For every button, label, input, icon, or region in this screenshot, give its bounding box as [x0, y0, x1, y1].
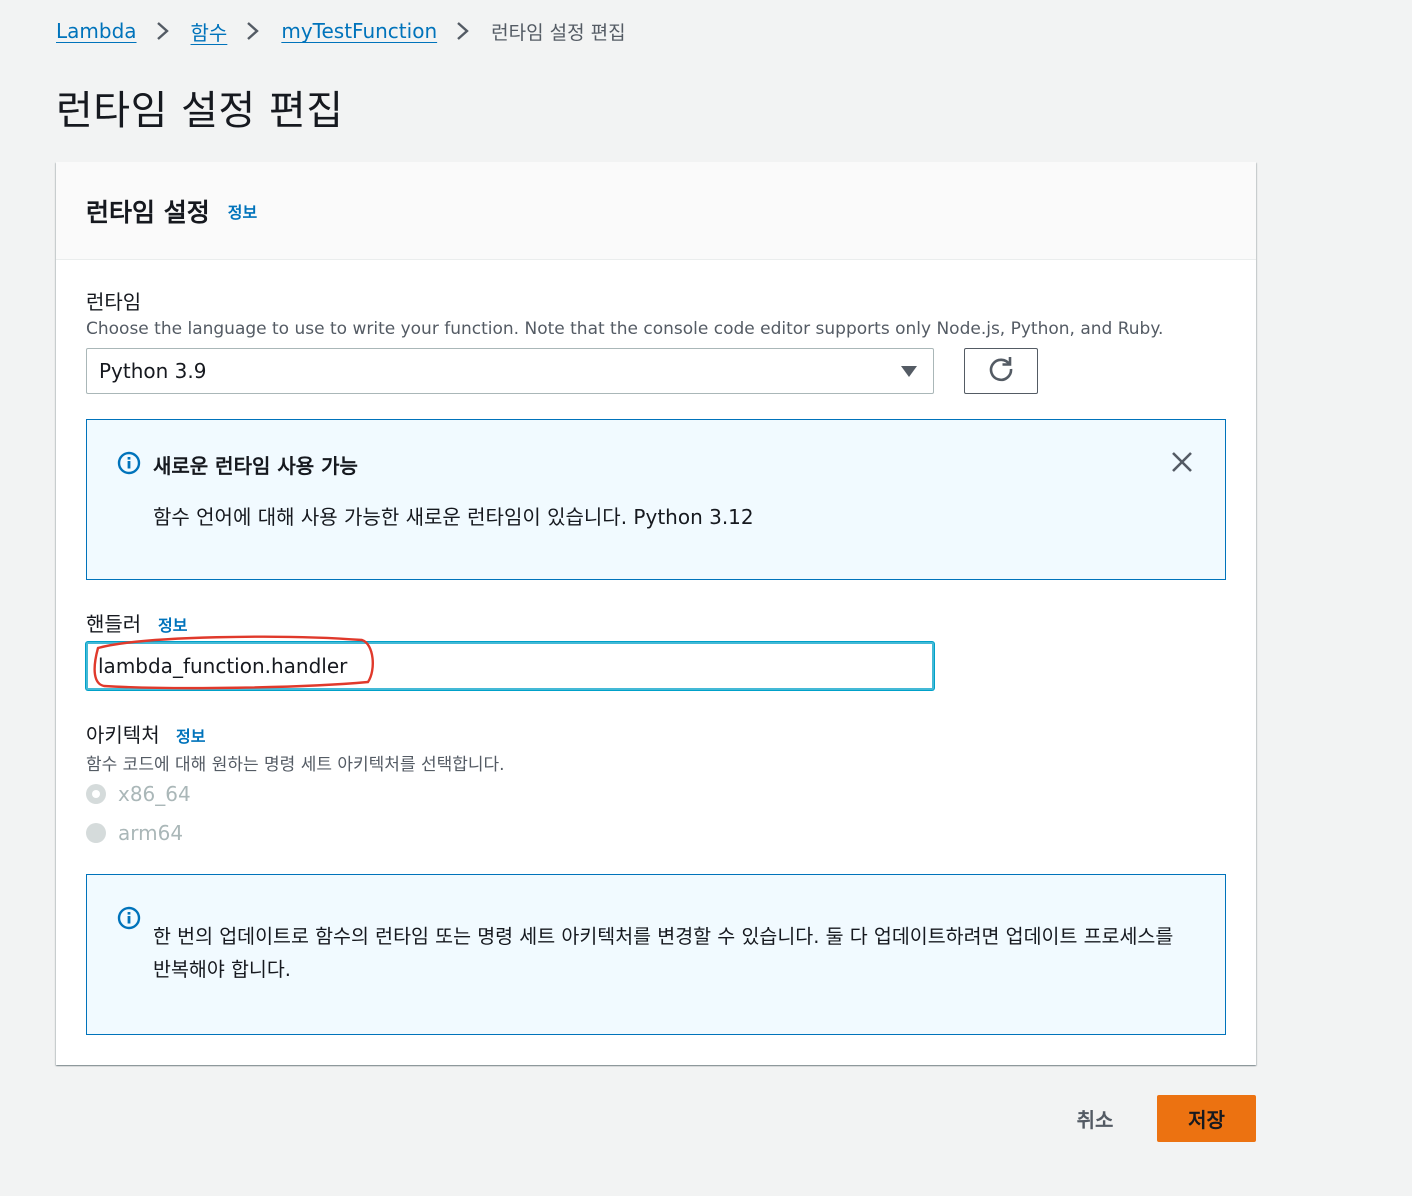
- panel-header: 런타임 설정 정보: [56, 162, 1256, 260]
- handler-input[interactable]: [86, 642, 934, 690]
- alert-body-line2: 반복해야 합니다.: [153, 958, 291, 981]
- breadcrumb-function-name[interactable]: myTestFunction: [281, 19, 437, 43]
- panel-info-link[interactable]: 정보: [228, 199, 257, 223]
- breadcrumb-lambda[interactable]: Lambda: [56, 19, 137, 43]
- handler-info-link[interactable]: 정보: [158, 612, 187, 636]
- breadcrumb-functions[interactable]: 함수: [191, 17, 228, 46]
- radio-label: x86_64: [118, 782, 191, 806]
- runtime-settings-panel: 런타임 설정 정보 런타임 Choose the language to use…: [56, 162, 1256, 1065]
- save-button[interactable]: 저장: [1157, 1095, 1256, 1142]
- page-title: 런타임 설정 편집: [56, 88, 344, 134]
- chevron-right-icon: [243, 20, 263, 42]
- architecture-info-link[interactable]: 정보: [176, 723, 205, 747]
- runtime-description: Choose the language to use to write your…: [86, 319, 1164, 339]
- info-icon: [117, 451, 141, 479]
- architecture-label: 아키텍처: [86, 723, 160, 747]
- chevron-right-icon: [153, 20, 173, 42]
- breadcrumb-current: 런타임 설정 편집: [491, 21, 626, 44]
- update-info-alert: 한 번의 업데이트로 함수의 런타임 또는 명령 세트 아키텍처를 변경할 수 …: [86, 874, 1226, 1035]
- radio-x86-64[interactable]: x86_64: [86, 782, 191, 806]
- runtime-label: 런타임: [86, 290, 142, 314]
- cancel-button[interactable]: 취소: [1062, 1096, 1128, 1140]
- radio-button[interactable]: [86, 784, 106, 804]
- runtime-selected-value: Python 3.9: [99, 359, 207, 383]
- refresh-runtimes-button[interactable]: [964, 348, 1038, 394]
- runtime-select[interactable]: Python 3.9: [86, 348, 934, 394]
- new-runtime-alert: 새로운 런타임 사용 가능 함수 언어에 대해 사용 가능한 새로운 런타임이 …: [86, 419, 1226, 580]
- alert-body: 함수 언어에 대해 사용 가능한 새로운 런타임이 있습니다. Python 3…: [153, 505, 754, 529]
- panel-title: 런타임 설정: [86, 197, 210, 227]
- refresh-icon: [987, 355, 1015, 387]
- breadcrumb: Lambda 함수 myTestFunction 런타임 설정 편집: [56, 16, 626, 46]
- radio-arm64[interactable]: arm64: [86, 821, 183, 845]
- caret-down-icon: [901, 366, 917, 377]
- close-icon[interactable]: [1169, 449, 1195, 475]
- info-icon: [117, 906, 141, 934]
- chevron-right-icon: [453, 20, 473, 42]
- radio-label: arm64: [118, 821, 184, 845]
- alert-title: 새로운 런타임 사용 가능: [153, 454, 358, 478]
- handler-label: 핸들러: [86, 612, 142, 636]
- radio-button[interactable]: [86, 823, 106, 843]
- alert-body-line1: 한 번의 업데이트로 함수의 런타임 또는 명령 세트 아키텍처를 변경할 수 …: [153, 925, 1174, 948]
- architecture-description: 함수 코드에 대해 원하는 명령 세트 아키텍처를 선택합니다.: [86, 755, 505, 775]
